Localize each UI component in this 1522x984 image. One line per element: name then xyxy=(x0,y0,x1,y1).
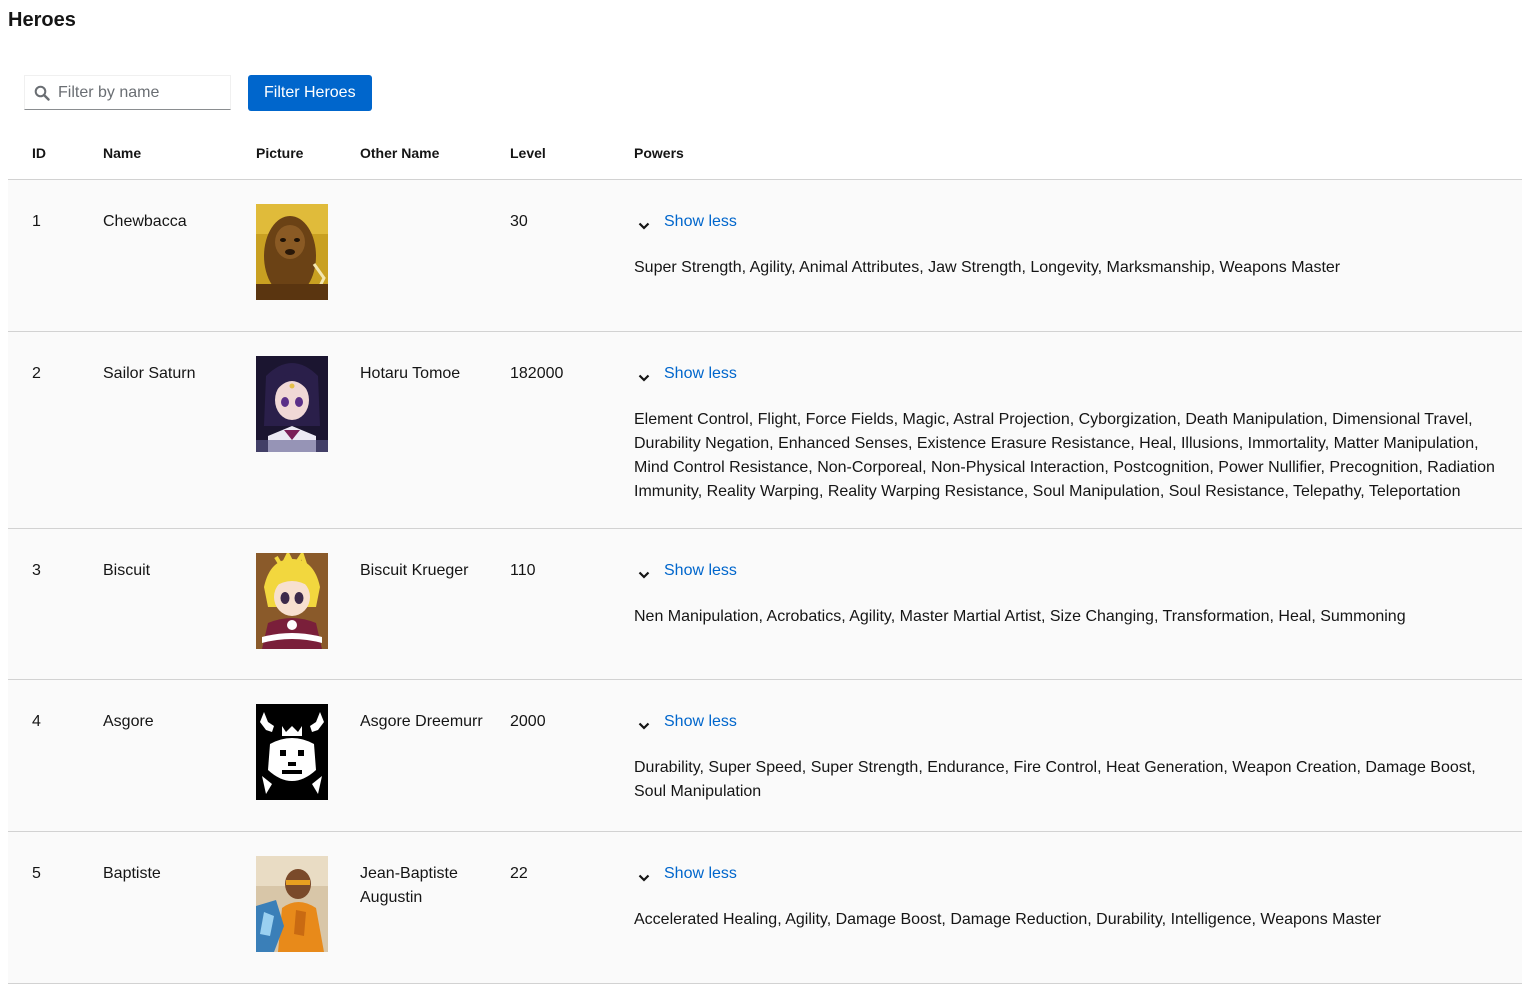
hero-picture xyxy=(256,204,328,300)
hero-picture xyxy=(256,704,328,800)
chevron-down-icon xyxy=(638,716,650,730)
hero-name: Baptiste xyxy=(103,865,161,882)
hero-other-name: Hotaru Tomoe xyxy=(360,365,461,382)
show-less-toggle[interactable]: Show less xyxy=(634,362,737,386)
column-header-other-name: Other Name xyxy=(360,145,440,161)
toggle-label: Show less xyxy=(664,865,737,882)
hero-level: 2000 xyxy=(510,713,546,730)
hero-id: 4 xyxy=(32,713,41,730)
hero-other-name: Jean-Baptiste Augustin xyxy=(360,865,458,906)
hero-id: 5 xyxy=(32,865,41,882)
hero-level: 22 xyxy=(510,865,528,882)
show-less-toggle[interactable]: Show less xyxy=(634,559,737,583)
hero-powers: Nen Manipulation, Acrobatics, Agility, M… xyxy=(634,608,1406,625)
column-header-name: Name xyxy=(103,145,142,161)
search-input[interactable] xyxy=(56,82,230,103)
chevron-down-icon xyxy=(638,868,650,882)
table-row: 1 Chewbacca 30 Show less Super Strength,… xyxy=(8,180,1522,332)
hero-level: 182000 xyxy=(510,365,564,382)
show-less-toggle[interactable]: Show less xyxy=(634,710,737,734)
table-row: 5 Baptiste Jean-Baptiste Augustin 22 Sho… xyxy=(8,832,1522,984)
page-title: Heroes xyxy=(8,9,76,31)
hero-picture xyxy=(256,356,328,452)
hero-powers: Super Strength, Agility, Animal Attribut… xyxy=(634,259,1341,276)
chevron-down-icon xyxy=(638,565,650,579)
hero-id: 2 xyxy=(32,365,41,382)
table-row: 3 Biscuit Biscuit Krueger 110 Show less xyxy=(8,529,1522,680)
toggle-label: Show less xyxy=(664,213,737,230)
filter-toolbar: Filter Heroes xyxy=(24,75,372,111)
hero-powers: Durability, Super Speed, Super Strength,… xyxy=(634,759,1476,800)
chevron-down-icon xyxy=(638,368,650,382)
hero-level: 30 xyxy=(510,213,528,230)
toggle-label: Show less xyxy=(664,365,737,382)
toggle-label: Show less xyxy=(664,562,737,579)
table-row: 2 Sailor Saturn Hotaru Tomoe 182000 Show xyxy=(8,332,1522,529)
hero-name: Chewbacca xyxy=(103,213,187,230)
search-icon xyxy=(34,85,50,101)
hero-picture xyxy=(256,553,328,649)
hero-level: 110 xyxy=(510,562,536,579)
column-header-powers: Powers xyxy=(634,145,684,161)
hero-powers: Accelerated Healing, Agility, Damage Boo… xyxy=(634,911,1382,928)
column-header-level: Level xyxy=(510,145,546,161)
hero-other-name: Asgore Dreemurr xyxy=(360,713,483,730)
hero-name: Asgore xyxy=(103,713,154,730)
hero-id: 1 xyxy=(32,213,41,230)
hero-picture xyxy=(256,856,328,952)
hero-powers: Element Control, Flight, Force Fields, M… xyxy=(634,411,1495,500)
hero-other-name: Biscuit Krueger xyxy=(360,562,469,579)
hero-name: Biscuit xyxy=(103,562,151,579)
search-box[interactable] xyxy=(24,75,231,110)
chevron-down-icon xyxy=(638,216,650,230)
heroes-page: Heroes Filter Heroes ID Name Picture Oth… xyxy=(0,0,1522,984)
column-header-picture: Picture xyxy=(256,145,304,161)
toggle-label: Show less xyxy=(664,713,737,730)
show-less-toggle[interactable]: Show less xyxy=(634,210,737,234)
table-row: 4 Asgore Asgore Dreemurr 2000 Show less … xyxy=(8,680,1522,832)
hero-name: Sailor Saturn xyxy=(103,365,196,382)
hero-id: 3 xyxy=(32,562,41,579)
show-less-toggle[interactable]: Show less xyxy=(634,862,737,886)
table-header: ID Name Picture Other Name Level Powers xyxy=(8,126,1522,180)
column-header-id: ID xyxy=(32,145,46,161)
filter-heroes-button[interactable]: Filter Heroes xyxy=(248,75,372,111)
